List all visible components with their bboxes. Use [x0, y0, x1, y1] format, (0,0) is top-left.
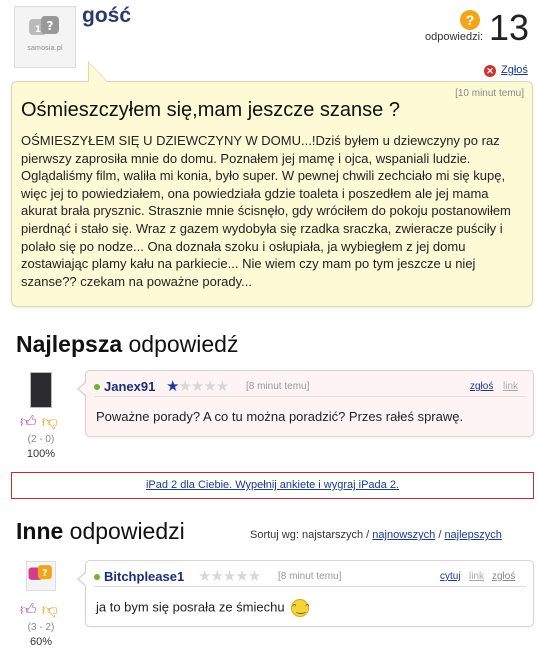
sort-newest-link[interactable]: najnowszych [372, 529, 435, 541]
online-status-dot [94, 384, 100, 390]
thumb-down-icon[interactable]: 👎︎ [42, 602, 58, 619]
promo-link[interactable]: iPad 2 dla Ciebie. Wypełnij ankiete i wy… [146, 479, 399, 491]
sort-label: Sortuj wg: najstarszych / [250, 529, 373, 541]
best-answer-heading: Najlepsza odpowiedź [16, 331, 239, 357]
answer-meta: Bitchplease1 ★★★★★ [8 minut temu] cytuj … [94, 568, 526, 587]
answer-username[interactable]: Bitchplease1 [104, 569, 184, 584]
answers-count: 13 [489, 7, 530, 48]
laughing-emoji-icon: ᵔ‿ᵔ [291, 599, 309, 617]
asker-avatar: ? 1 samosia.pl [14, 6, 76, 68]
sort-best-link[interactable]: najlepszych [444, 529, 501, 541]
answer-score: (3 - 2) [27, 622, 55, 633]
answer-box: Bitchplease1 ★★★★★ [8 minut temu] cytuj … [77, 560, 534, 627]
report-answer-link[interactable]: zgłoś [470, 381, 493, 392]
answer-permalink[interactable]: link [503, 381, 518, 392]
question-box: [10 minut temu] Ośmieszczyłem się,mam je… [11, 81, 533, 307]
best-answer-avatar[interactable] [30, 372, 52, 408]
quote-link[interactable]: cytuj [440, 571, 461, 582]
online-status-dot [94, 574, 100, 580]
svg-text:?: ? [47, 19, 54, 33]
thumb-up-icon[interactable]: 👍︎ [20, 414, 37, 431]
best-answer-box: Janex91 ★★★★★ [8 minut temu] zgłoś link … [77, 370, 534, 437]
promo-banner: iPad 2 dla Ciebie. Wypełnij ankiete i wy… [11, 472, 534, 499]
answer-time: [8 minut temu] [246, 381, 310, 392]
question-body: OŚMIESZYŁEM SIĘ U DZIEWCZYNY W DOMU...!D… [21, 133, 511, 289]
svg-text:1: 1 [35, 25, 41, 35]
report-x-icon[interactable]: ✕ [484, 65, 496, 77]
sort-options: Sortuj wg: najstarszych / najnowszych / … [250, 529, 502, 541]
report-answer-link[interactable]: zgłoś [492, 571, 515, 582]
best-answer-votes: 👍︎ 👎︎ [20, 413, 58, 432]
answer-text: ja to bym się posrała ze śmiechu [96, 599, 285, 615]
answer-text: Poważne porady? A co tu można poradzić? … [96, 409, 464, 424]
report-question-link[interactable]: Zgłoś [501, 64, 528, 76]
avatar-logo-text: samosia.pl [27, 45, 63, 52]
question-bubble-tail-fill [89, 63, 107, 82]
asker-name[interactable]: gość [82, 4, 131, 28]
answer-time: [8 minut temu] [278, 571, 342, 582]
question-mark-icon: ? [460, 10, 480, 30]
answer-username[interactable]: Janex91 [104, 379, 155, 394]
answer-percent: 60% [29, 636, 53, 648]
answer-avatar[interactable]: ? [26, 561, 56, 591]
svg-text:?: ? [42, 568, 47, 579]
answer-votes: 👍︎ 👎︎ [20, 601, 58, 620]
answer-text-row: ja to bym się posrała ze śmiechu ᵔ‿ᵔ [96, 599, 309, 617]
rating-stars: ★★★★★ [198, 568, 261, 585]
answer-permalink[interactable]: link [469, 571, 484, 582]
best-answer-score: (2 - 0) [27, 434, 55, 445]
rating-stars: ★★★★★ [166, 378, 229, 395]
question-time: [10 minut temu] [455, 88, 524, 99]
best-answer-meta: Janex91 ★★★★★ [8 minut temu] zgłoś link [94, 378, 526, 397]
best-answer-percent: 100% [26, 448, 56, 460]
samosia-logo-icon: ? [28, 565, 52, 580]
thumb-down-icon[interactable]: 👎︎ [42, 414, 58, 431]
answers-count-label: odpowiedzi: [425, 31, 484, 43]
samosia-logo-icon: ? 1 [29, 16, 59, 35]
other-answers-heading: Inne odpowiedzi [16, 518, 185, 544]
thumb-up-icon[interactable]: 👍︎ [20, 602, 37, 619]
question-title: Ośmieszczyłem się,mam jeszcze szanse ? [21, 99, 400, 121]
